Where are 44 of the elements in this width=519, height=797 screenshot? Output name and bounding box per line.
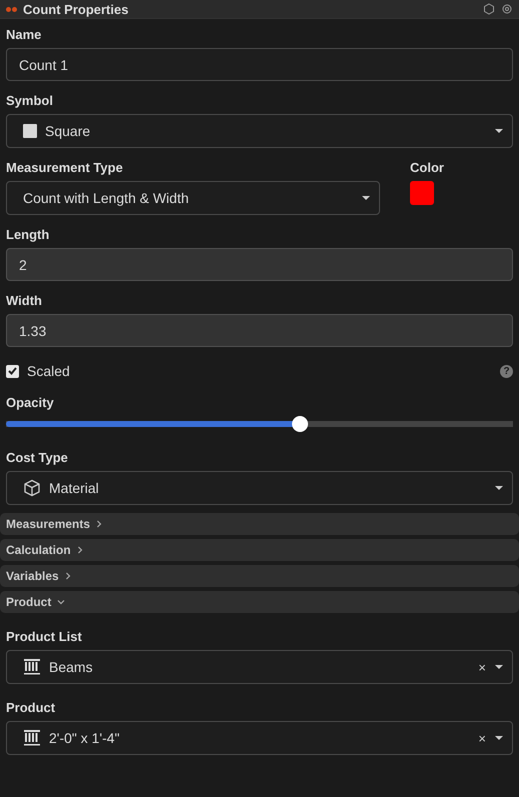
field-label: Name <box>6 27 42 42</box>
columns-icon <box>23 729 41 747</box>
accordion-header[interactable]: Measurements <box>0 513 519 535</box>
text-field[interactable]: Count 1 <box>6 48 513 81</box>
chevron-down-icon <box>57 599 66 605</box>
dropdown-caret-icon <box>494 128 504 134</box>
field-label: Opacity <box>6 395 55 410</box>
dropdown[interactable]: 2'-0" x 1'-4" × <box>6 721 513 755</box>
slider-thumb[interactable] <box>292 416 308 432</box>
field-label: Symbol <box>6 93 54 108</box>
square-icon <box>23 124 37 138</box>
clear-button[interactable]: × <box>478 660 486 674</box>
field-label: Cost Type <box>6 450 69 465</box>
text-field[interactable]: 1.33 <box>6 314 513 347</box>
dropdown-caret-icon <box>361 195 371 201</box>
dropdown[interactable]: Beams × <box>6 650 513 684</box>
checkbox-label: Scaled <box>27 363 70 379</box>
chevron-right-icon <box>64 572 71 580</box>
accordion-header[interactable]: Calculation <box>0 539 519 561</box>
panel-title: Count Properties <box>23 2 128 16</box>
field-label: Width <box>6 293 43 308</box>
field-label: Product <box>6 700 56 715</box>
help-icon[interactable]: ? <box>500 364 513 378</box>
clear-button[interactable]: × <box>478 730 486 746</box>
dropdown[interactable]: Material <box>6 471 513 505</box>
dropdown-caret-icon <box>494 735 504 741</box>
settings-icon[interactable] <box>501 3 513 15</box>
text-field[interactable]: 2 <box>6 248 513 281</box>
dropdown[interactable]: Count with Length & Width <box>6 181 380 215</box>
checkbox[interactable] <box>6 364 19 378</box>
dropdown[interactable]: Square <box>6 114 513 148</box>
chevron-right-icon <box>76 546 83 554</box>
color-swatch[interactable] <box>410 181 434 205</box>
chevron-right-icon <box>96 520 102 528</box>
field-label: Length <box>6 227 50 242</box>
field-label: Measurement Type <box>6 160 124 175</box>
accordion-header[interactable]: Variables <box>0 565 519 587</box>
dropdown-caret-icon <box>494 664 504 670</box>
dropdown-caret-icon <box>494 485 504 491</box>
field-label: Color <box>410 160 444 175</box>
columns-icon <box>23 658 41 676</box>
field-label: Product List <box>6 629 83 644</box>
accordion-header[interactable]: Product <box>0 591 519 613</box>
dots-icon <box>6 6 17 12</box>
